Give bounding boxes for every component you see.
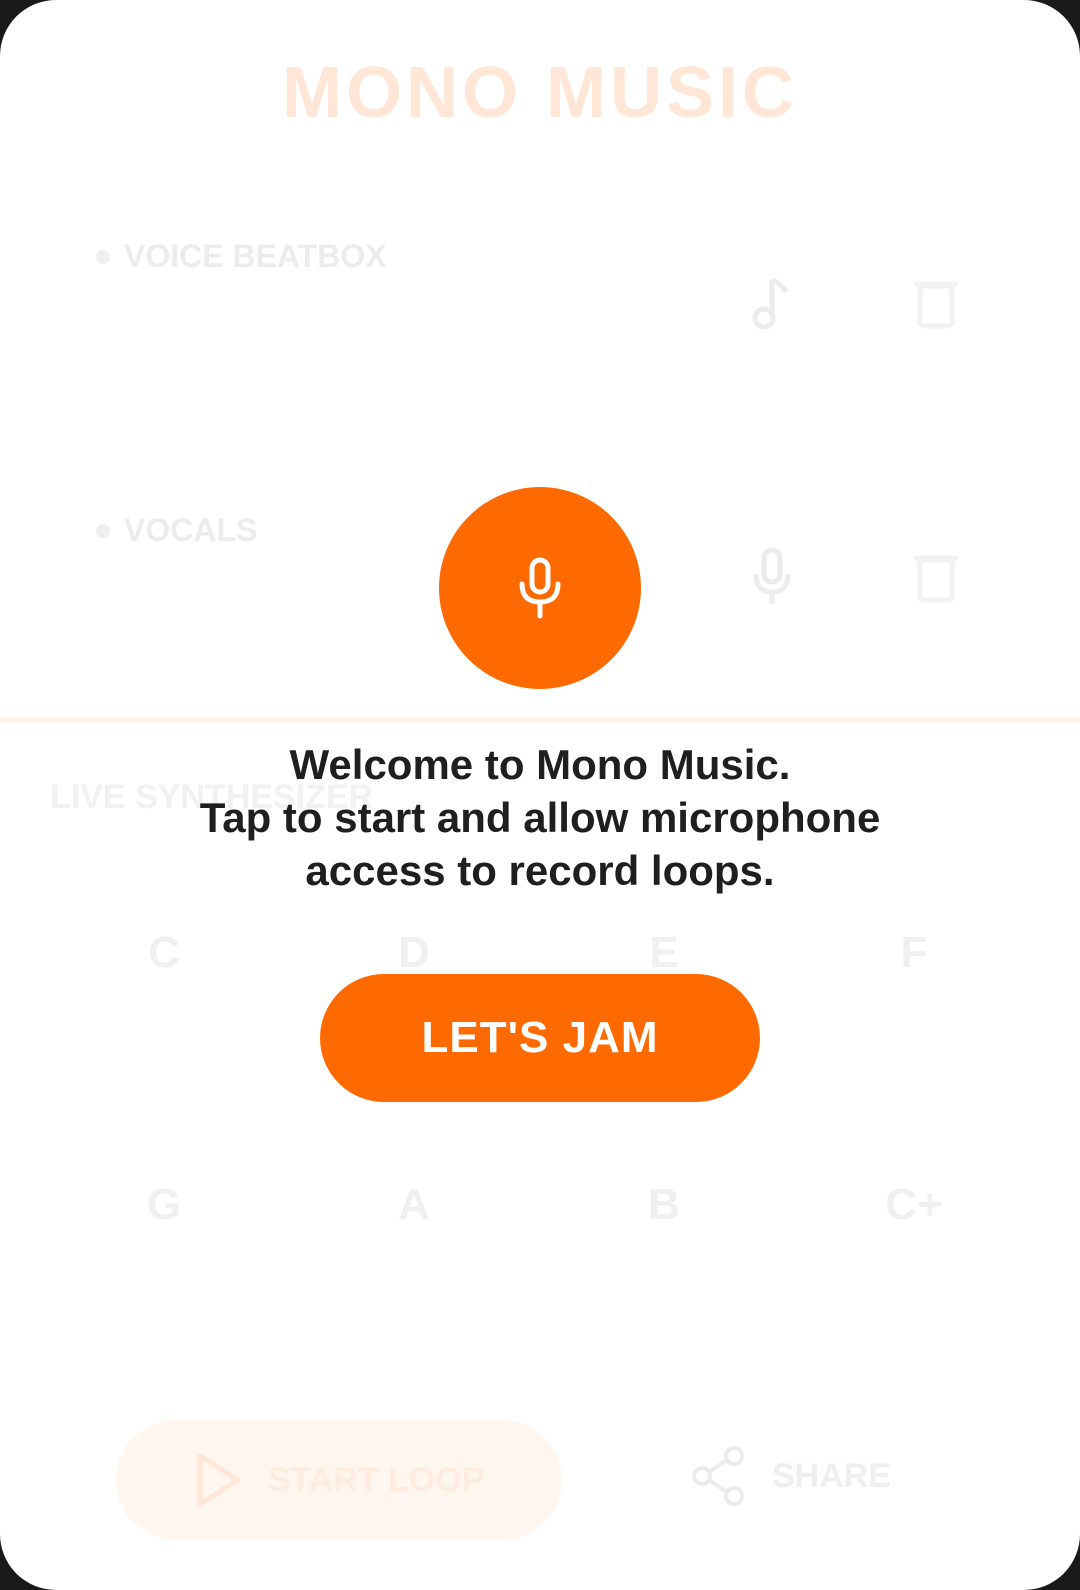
play-icon [197,1453,241,1507]
music-note-icon[interactable] [742,272,802,332]
track-label: VOICE BEATBOX [124,238,387,274]
mic-permission-button[interactable] [439,487,641,689]
track-dot [96,523,110,538]
start-loop-button[interactable]: START LOOP [116,1420,562,1540]
synth-key[interactable]: D [354,928,474,978]
synth-key[interactable]: A [354,1180,474,1230]
track-dot [96,249,110,264]
welcome-line: access to record loops. [305,847,775,894]
app-screen: MONO MUSIC VOICE BEATBOX VOCALS LIVE SYN… [0,0,1080,1590]
microphone-icon [519,557,561,619]
share-label: SHARE [772,1456,892,1495]
section-divider [0,718,1080,722]
share-button[interactable]: SHARE [690,1446,891,1506]
synth-key[interactable]: F [854,928,974,978]
welcome-message: Welcome to Mono Music. Tap to start and … [0,738,1080,897]
track-vocals: VOCALS [96,512,257,549]
trash-icon[interactable] [906,272,966,332]
welcome-line: Welcome to Mono Music. [289,741,791,788]
microphone-icon[interactable] [742,546,802,606]
lets-jam-button[interactable]: LET'S JAM [320,974,760,1102]
trash-icon[interactable] [906,546,966,606]
share-icon [692,1446,744,1506]
start-loop-label: START LOOP [267,1460,485,1499]
synth-key[interactable]: E [604,928,724,978]
track-label: VOCALS [124,512,258,548]
synth-key[interactable]: G [104,1180,224,1230]
app-title: MONO MUSIC [282,53,798,133]
track-voice-beatbox: VOICE BEATBOX [96,238,387,275]
welcome-line: Tap to start and allow microphone [199,794,881,841]
synth-key[interactable]: B [604,1180,724,1230]
synth-key[interactable]: C+ [854,1180,974,1230]
synth-key[interactable]: C [104,928,224,978]
